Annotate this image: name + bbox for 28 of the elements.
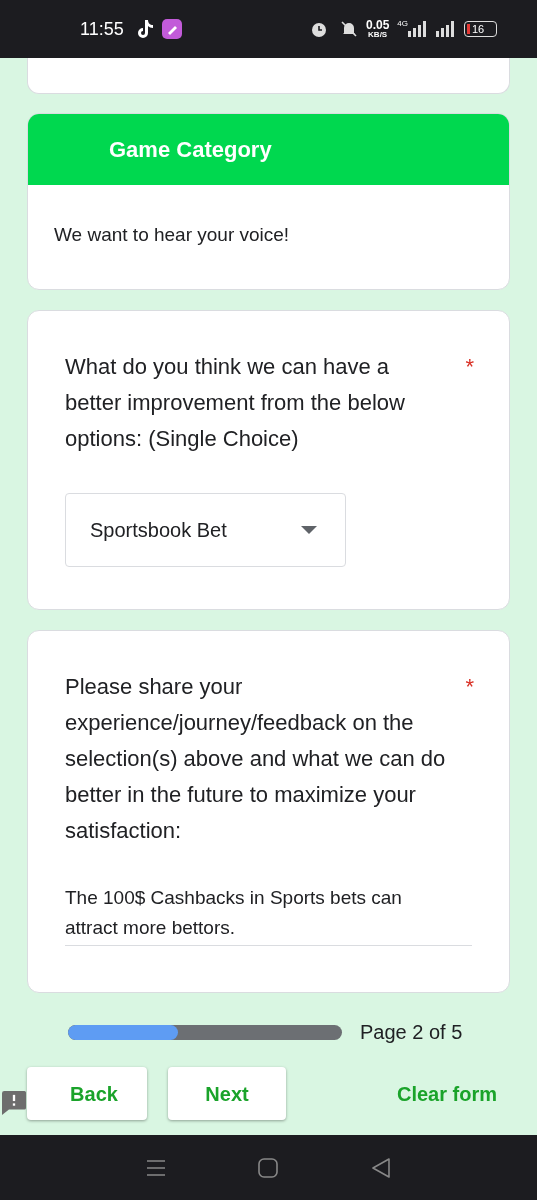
next-button[interactable]: Next [168,1067,286,1120]
required-asterisk: * [465,353,474,381]
signal-icon [436,21,456,37]
status-time: 11:55 [80,17,124,41]
dropdown-select[interactable]: Sportsbook Bet [65,493,346,567]
section-title: Game Category [109,136,272,164]
network-speed: 0.05 [365,19,390,31]
back-icon[interactable] [370,1157,391,1178]
menu-icon[interactable] [146,1158,167,1177]
network-type: 4G [397,18,408,30]
speed-unit: KB/S [368,31,388,39]
clear-form-button[interactable]: Clear form [396,1078,497,1109]
battery-indicator: 16 [464,21,497,37]
page-indicator: Page 2 of 5 [360,1020,463,1045]
answer-field[interactable]: The 100$ Cashbacks in Sports bets can attract more bettors. [65,883,472,946]
back-button[interactable]: Back [27,1067,147,1120]
muted-bell-icon [339,20,358,38]
signal-icon [408,21,428,37]
feedback-icon[interactable] [2,1091,26,1115]
caret-icon [301,526,317,534]
answer-text: The 100$ Cashbacks in Sports bets can attract more bettors. [65,886,403,940]
section-description: We want to hear your voice! [54,222,290,247]
required-asterisk: * [465,673,474,701]
alarm-icon [309,20,328,38]
home-icon[interactable] [258,1157,279,1178]
question-text: Please share your experience/journey/feedback on the selection(s) above and what we can do better in the future to maximize your satisfaction: [65,673,447,845]
music-note-icon [135,19,154,39]
question-text: What do you think we can have a better improvement from the below options: (Single Choice) [65,353,406,453]
